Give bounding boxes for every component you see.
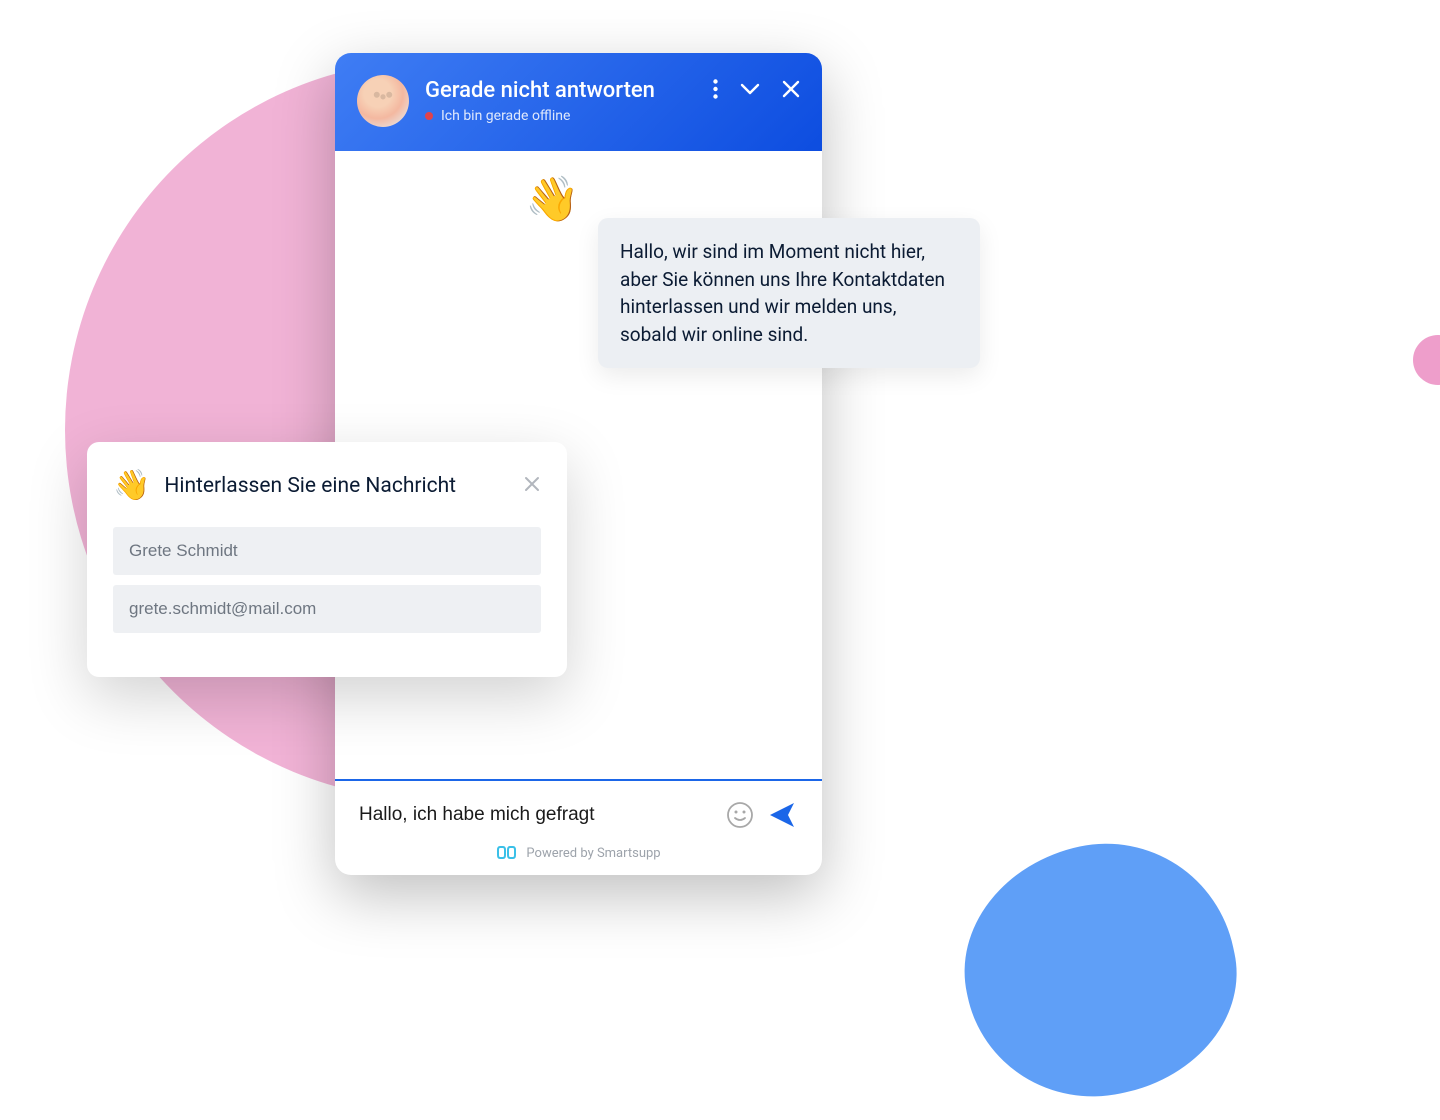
header-actions: [713, 79, 800, 99]
more-options-button[interactable]: [713, 79, 718, 99]
minimize-button[interactable]: [740, 83, 760, 95]
status-dot-icon: [425, 112, 433, 120]
name-input[interactable]: [113, 527, 541, 575]
wave-icon: 👋: [525, 173, 580, 225]
chat-input-row: [335, 779, 822, 839]
leave-message-title: Hinterlassen Sie eine Nachricht: [164, 474, 509, 498]
emoji-button[interactable]: [726, 801, 754, 829]
decorative-pink-dot: [1413, 335, 1440, 385]
agent-avatar: [357, 75, 409, 127]
email-input[interactable]: [113, 585, 541, 633]
chat-header: Gerade nicht antworten Ich bin gerade of…: [335, 53, 822, 151]
leave-message-card: 👋 Hinterlassen Sie eine Nachricht: [87, 442, 567, 677]
agent-status: Ich bin gerade offline: [425, 108, 697, 124]
smartsupp-logo-icon: [496, 845, 520, 861]
offline-message-bubble: Hallo, wir sind im Moment nicht hier, ab…: [598, 218, 980, 368]
powered-by: Powered by Smartsupp: [335, 839, 822, 875]
leave-message-header: 👋 Hinterlassen Sie eine Nachricht: [113, 468, 541, 503]
chat-title: Gerade nicht antworten: [425, 78, 697, 104]
message-input[interactable]: [359, 804, 712, 826]
send-button[interactable]: [768, 801, 798, 829]
decorative-blue-blob: [942, 820, 1258, 1120]
header-text: Gerade nicht antworten Ich bin gerade of…: [425, 78, 697, 124]
powered-by-text: Powered by Smartsupp: [526, 846, 660, 861]
close-button[interactable]: [782, 80, 800, 98]
leave-message-close-button[interactable]: [523, 475, 541, 497]
wave-icon: 👋: [113, 468, 150, 503]
status-text: Ich bin gerade offline: [441, 108, 570, 124]
